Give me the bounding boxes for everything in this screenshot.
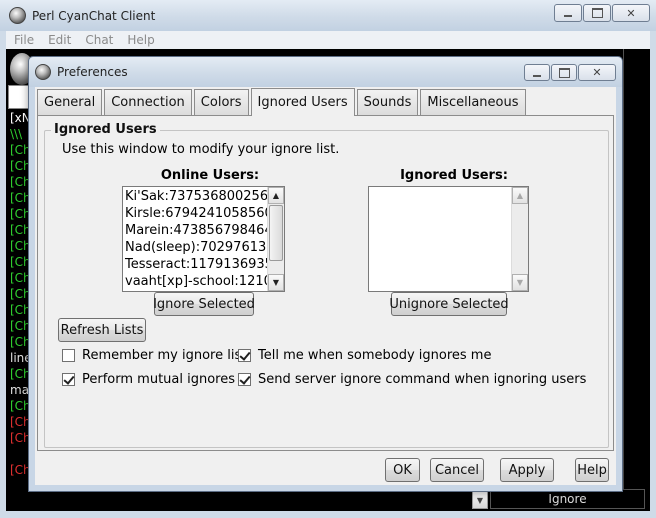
- online-user-item[interactable]: Kirsle:6794241058560: [124, 205, 267, 222]
- online-user-item[interactable]: Tesseract:11791369354: [124, 256, 267, 273]
- menu-file[interactable]: File: [14, 33, 34, 47]
- menu-edit[interactable]: Edit: [48, 33, 71, 47]
- menu-chat[interactable]: Chat: [85, 33, 113, 47]
- tell-me-when-ignored-label: Tell me when somebody ignores me: [258, 348, 492, 363]
- close-button[interactable]: ✕: [612, 4, 650, 22]
- prefs-body: General Connection Colors Ignored Users …: [35, 87, 616, 485]
- chat-divider: [623, 49, 624, 489]
- scroll-down-icon[interactable]: ▼: [512, 274, 528, 291]
- online-users-items: Ki'Sak:737536800256 Kirsle:6794241058560 M…: [124, 188, 267, 290]
- ignored-users-heading: Ignored Users:: [400, 168, 508, 183]
- prefs-minimize-button[interactable]: [524, 64, 550, 81]
- minimize-button[interactable]: [554, 4, 582, 22]
- close-icon: ✕: [626, 6, 636, 20]
- maximize-icon: [559, 68, 570, 78]
- tab-colors[interactable]: Colors: [193, 89, 249, 115]
- ignore-selected-button[interactable]: Ignore Selected: [153, 292, 255, 316]
- perform-mutual-ignores-option[interactable]: Perform mutual ignores: [62, 372, 235, 387]
- tab-general[interactable]: General: [37, 89, 103, 115]
- maximize-icon: [592, 8, 603, 18]
- help-button[interactable]: Help: [575, 458, 609, 482]
- online-user-item[interactable]: Ki'Sak:737536800256: [124, 188, 267, 205]
- ignored-users-scrollbar[interactable]: ▲ ▼: [511, 187, 528, 291]
- ok-button[interactable]: OK: [385, 458, 420, 482]
- tell-me-when-ignored-option[interactable]: Tell me when somebody ignores me: [238, 348, 491, 363]
- send-server-ignore-label: Send server ignore command when ignoring…: [258, 372, 587, 387]
- app-logo-icon: [9, 7, 26, 24]
- prefs-title: Preferences: [57, 65, 128, 79]
- perform-mutual-ignores-checkbox[interactable]: [62, 373, 75, 386]
- scroll-thumb[interactable]: [269, 205, 283, 261]
- scroll-down-icon[interactable]: ▼: [268, 274, 284, 291]
- main-window-title: Perl CyanChat Client: [32, 8, 156, 23]
- ignored-users-list[interactable]: ▲ ▼: [368, 186, 529, 292]
- online-user-item[interactable]: Marein:473856798464: [124, 222, 267, 239]
- send-server-ignore-option[interactable]: Send server ignore command when ignoring…: [238, 372, 586, 387]
- tab-miscellaneous[interactable]: Miscellaneous: [420, 89, 526, 115]
- ignore-button[interactable]: Ignore: [490, 489, 645, 509]
- perform-mutual-ignores-label: Perform mutual ignores: [82, 372, 235, 387]
- online-user-item[interactable]: Nad(sleep):70297613271: [124, 239, 267, 256]
- unignore-selected-button[interactable]: Unignore Selected: [389, 292, 509, 316]
- avatar-box: [8, 85, 30, 109]
- menu-bar: File Edit Chat Help: [6, 31, 650, 49]
- tab-ignored-users[interactable]: Ignored Users: [250, 88, 355, 116]
- online-user-item[interactable]: vaaht[xp]-school:121088: [124, 273, 267, 290]
- prefs-title-bar[interactable]: Preferences ✕: [29, 57, 622, 87]
- menu-help[interactable]: Help: [127, 33, 154, 47]
- online-users-list[interactable]: Ki'Sak:737536800256 Kirsle:6794241058560 M…: [122, 186, 285, 292]
- remember-ignore-list-label: Remember my ignore list.: [82, 348, 251, 363]
- close-icon: ✕: [592, 66, 602, 79]
- minimize-icon: [564, 9, 572, 17]
- preferences-dialog: Preferences ✕ General Connection Colors …: [28, 56, 623, 492]
- tab-sounds[interactable]: Sounds: [356, 89, 419, 115]
- chat-line: \\\: [10, 127, 23, 141]
- maximize-button[interactable]: [583, 4, 611, 22]
- remember-ignore-list-option[interactable]: Remember my ignore list.: [62, 348, 250, 363]
- remember-ignore-list-checkbox[interactable]: [62, 349, 75, 362]
- main-title-bar[interactable]: Perl CyanChat Client ✕: [0, 0, 656, 31]
- send-server-ignore-checkbox[interactable]: [238, 373, 251, 386]
- refresh-lists-button[interactable]: Refresh Lists: [58, 318, 146, 342]
- chat-line: ma: [10, 383, 30, 397]
- prefs-app-icon: [35, 64, 51, 80]
- online-users-scrollbar[interactable]: ▲ ▼: [267, 187, 284, 291]
- group-title: Ignored Users: [51, 122, 160, 137]
- cancel-button[interactable]: Cancel: [430, 458, 484, 482]
- ignored-users-items: [370, 188, 511, 290]
- scroll-up-icon[interactable]: ▲: [268, 187, 284, 204]
- online-users-heading: Online Users:: [160, 168, 260, 183]
- instructions-text: Use this window to modify your ignore li…: [62, 142, 340, 157]
- prefs-close-button[interactable]: ✕: [578, 64, 616, 81]
- dropdown-arrow-icon[interactable]: ▼: [472, 491, 488, 509]
- apply-button[interactable]: Apply: [500, 458, 554, 482]
- minimize-icon: [533, 69, 541, 77]
- prefs-maximize-button[interactable]: [551, 64, 577, 81]
- tell-me-when-ignored-checkbox[interactable]: [238, 349, 251, 362]
- tab-bar: General Connection Colors Ignored Users …: [37, 87, 528, 116]
- ignored-users-panel: Ignored Users Use this window to modify …: [37, 115, 614, 451]
- tab-connection[interactable]: Connection: [104, 89, 192, 115]
- scroll-up-icon[interactable]: ▲: [512, 187, 528, 204]
